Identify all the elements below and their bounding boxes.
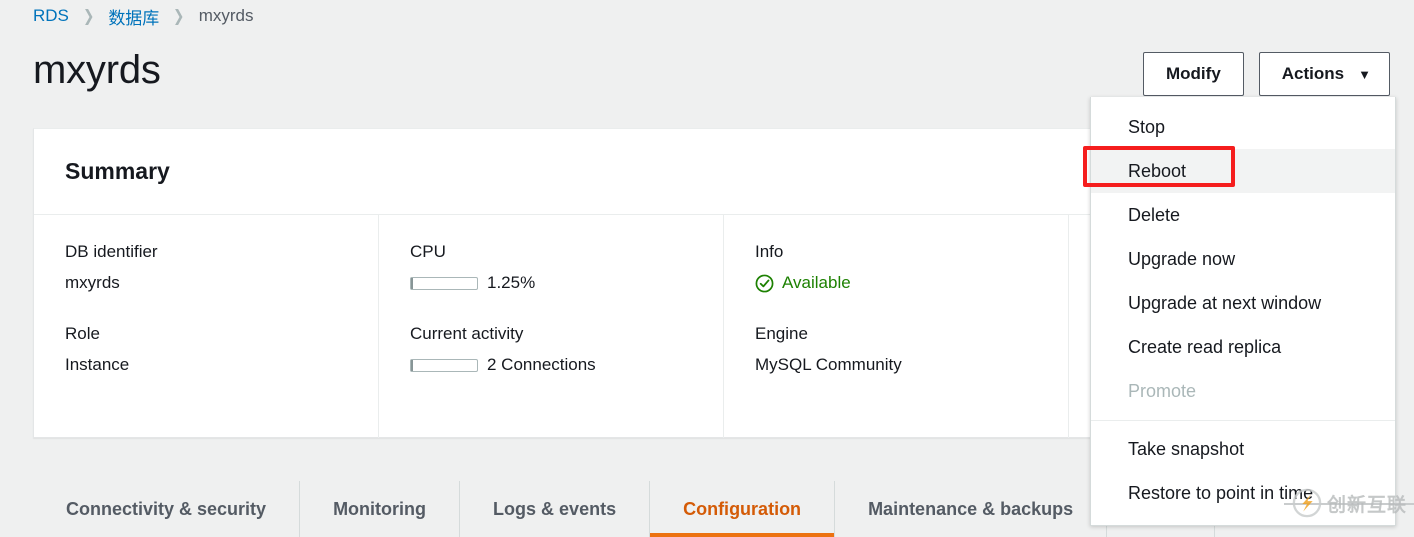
menu-item-upgrade-now[interactable]: Upgrade now	[1091, 237, 1395, 281]
summary-field-label: Role	[65, 324, 100, 343]
summary-field-value: 2 Connections	[410, 355, 723, 375]
menu-separator	[1091, 420, 1395, 421]
menu-item-create-read-replica[interactable]: Create read replica	[1091, 325, 1395, 369]
breadcrumb-item-1[interactable]: RDS	[33, 6, 69, 26]
menu-item-take-snapshot[interactable]: Take snapshot	[1091, 427, 1395, 471]
summary-field-label: CPU	[410, 242, 446, 261]
status-check-icon	[755, 274, 774, 292]
summary-field: Info Available	[755, 242, 1068, 293]
actions-dropdown-menu: Stop Reboot Delete Upgrade now Upgrade at ne…	[1090, 97, 1396, 526]
summary-column-3: Info Available Engine MySQL Community	[724, 215, 1069, 438]
summary-field-label: Engine	[755, 324, 808, 343]
breadcrumb-item-2[interactable]: 数据库	[108, 4, 159, 29]
breadcrumb-separator: ❯	[82, 8, 95, 25]
watermark-line	[1284, 503, 1414, 505]
tab-configuration[interactable]: Configuration	[650, 481, 836, 537]
modify-button[interactable]: Modify	[1143, 52, 1244, 96]
summary-field-text: 1.25%	[487, 273, 536, 292]
menu-item-reboot[interactable]: Reboot	[1091, 149, 1395, 193]
status-badge: Available	[782, 273, 851, 292]
usage-meter-icon	[410, 276, 478, 290]
summary-field: CPU 1.25%	[410, 242, 723, 293]
summary-field-value: 1.25%	[410, 273, 723, 293]
tab-monitoring[interactable]: Monitoring	[300, 481, 461, 537]
summary-field-value: Available	[755, 273, 1068, 293]
summary-field: Engine MySQL Community	[755, 324, 1068, 375]
breadcrumb: RDS ❯ 数据库 ❯ mxyrds	[33, 2, 254, 30]
usage-meter-icon	[410, 358, 478, 372]
summary-field-label: DB identifier	[65, 242, 158, 261]
summary-field-value: mxyrds	[65, 273, 120, 292]
summary-field: Current activity 2 Connections	[410, 324, 723, 375]
detail-tabs: Connectivity & security Monitoring Logs & …	[33, 481, 1215, 537]
menu-item-stop[interactable]: Stop	[1091, 105, 1395, 149]
summary-field-value: MySQL Community	[755, 355, 902, 374]
actions-button-label: Actions	[1281, 64, 1345, 83]
tab-maintenance-backups[interactable]: Maintenance & backups	[835, 481, 1108, 537]
breadcrumb-separator: ❯	[173, 8, 185, 25]
summary-field-text: 2 Connections	[487, 355, 596, 374]
summary-column-2: CPU 1.25% Current activity 2 Connections	[379, 215, 724, 438]
menu-item-restore-to-point-in-time[interactable]: Restore to point in time	[1091, 471, 1395, 515]
menu-item-upgrade-at-next-window[interactable]: Upgrade at next window	[1091, 281, 1395, 325]
menu-item-delete[interactable]: Delete	[1091, 193, 1395, 237]
menu-item-promote: Promote	[1128, 380, 1197, 401]
chevron-down-icon: ▼	[1358, 66, 1371, 82]
summary-field-label: Info	[755, 242, 784, 261]
summary-field-label: Current activity	[410, 324, 524, 343]
rds-instance-detail-page: RDS ❯ 数据库 ❯ mxyrds mxyrds Modify Actions ▼ S…	[0, 0, 1414, 537]
summary-field-value: Instance	[65, 355, 130, 374]
summary-title: Summary	[65, 158, 170, 184]
tab-connectivity-security[interactable]: Connectivity & security	[33, 481, 301, 537]
page-title: mxyrds	[33, 48, 161, 92]
header-actions: Modify Actions ▼	[1143, 52, 1390, 96]
summary-field: DB identifier mxyrds	[65, 242, 378, 293]
summary-column-1: DB identifier mxyrds Role Instance	[34, 215, 379, 438]
tab-logs-events[interactable]: Logs & events	[460, 481, 651, 537]
actions-button[interactable]: Actions ▼	[1258, 52, 1390, 96]
summary-field: Role Instance	[65, 324, 378, 375]
breadcrumb-item-3: mxyrds	[198, 6, 254, 25]
